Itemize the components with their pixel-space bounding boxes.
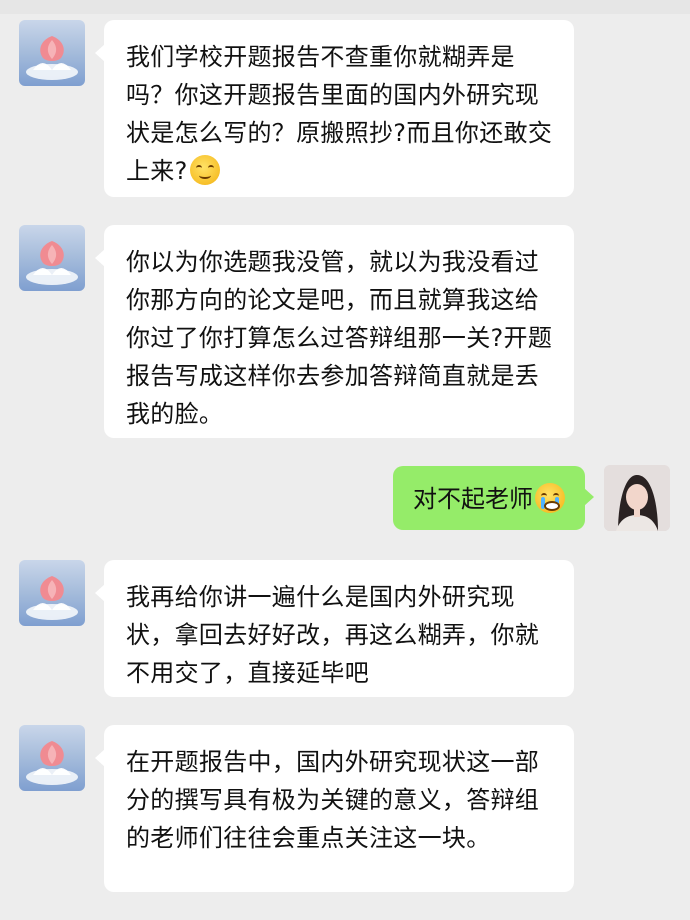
message-text: 在开题报告中，国内外研究现状这一部分的撰写具有极为关键的意义，答辩组的老师们往往… <box>126 748 540 852</box>
message-bubble-teacher[interactable]: 我再给你讲一遍什么是国内外研究现状，拿回去好好改，再这么糊弄，你就不用交了，直接… <box>95 560 574 697</box>
avatar[interactable] <box>19 225 85 291</box>
avatar[interactable] <box>604 465 670 531</box>
top-divider <box>0 0 690 14</box>
message-text: 我再给你讲一遍什么是国内外研究现状，拿回去好好改，再这么糊弄，你就不用交了，直接… <box>126 583 540 687</box>
avatar[interactable] <box>19 560 85 626</box>
lotus-avatar-icon <box>26 576 78 620</box>
message-text: 对不起老师 <box>413 485 533 513</box>
message-text: 你以为你选题我没管，就以为我没看过你那方向的论文是吧，而且就算我这给你过了你打算… <box>126 248 553 428</box>
crying-emoji-icon <box>535 483 565 513</box>
message-bubble-teacher[interactable]: 我们学校开题报告不查重你就糊弄是吗？你这开题报告里面的国内外研究现状是怎么写的？… <box>95 20 574 197</box>
message-bubble-me[interactable]: 对不起老师 <box>393 466 594 530</box>
message-bubble-teacher[interactable]: 在开题报告中，国内外研究现状这一部分的撰写具有极为关键的意义，答辩组的老师们往往… <box>95 725 574 892</box>
smile-emoji-icon <box>189 155 220 185</box>
avatar[interactable] <box>19 725 85 791</box>
avatar[interactable] <box>19 20 85 86</box>
user-photo-avatar-icon <box>604 465 670 531</box>
lotus-avatar-icon <box>26 36 78 80</box>
lotus-avatar-icon <box>26 241 78 285</box>
message-text: 我们学校开题报告不查重你就糊弄是吗？你这开题报告里面的国内外研究现状是怎么写的？… <box>126 43 553 185</box>
message-bubble-teacher[interactable]: 你以为你选题我没管，就以为我没看过你那方向的论文是吧，而且就算我这给你过了你打算… <box>95 225 574 438</box>
lotus-avatar-icon <box>26 741 78 785</box>
